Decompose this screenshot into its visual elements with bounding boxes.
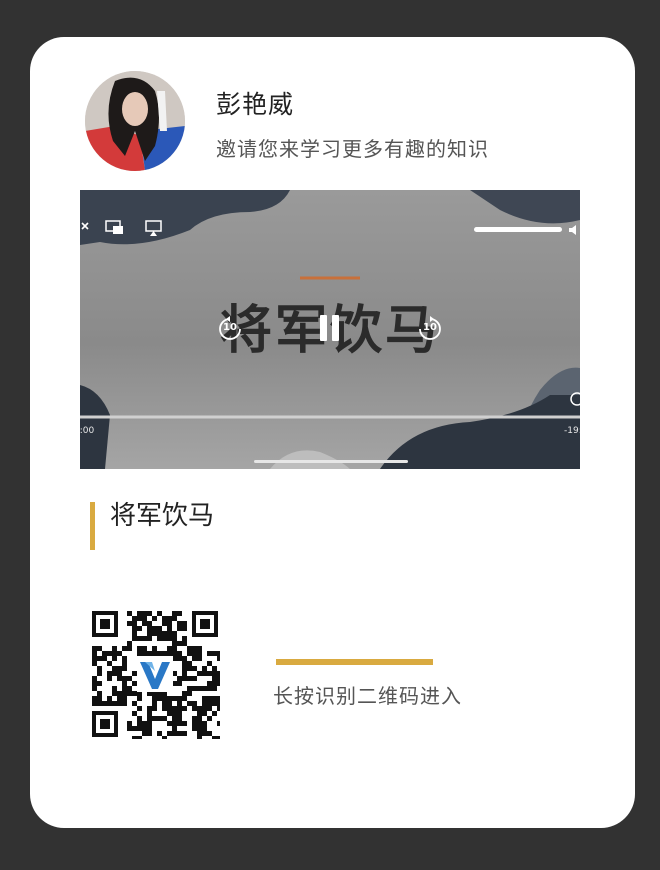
skip-back-label: 10 (223, 322, 237, 333)
avatar-photo (85, 71, 185, 171)
skip-back-10-icon[interactable]: 10 (217, 316, 243, 342)
qr-code[interactable] (90, 609, 220, 739)
elapsed-time: 0:00 (80, 426, 95, 436)
picture-in-picture-icon[interactable] (105, 220, 125, 236)
volume-slider[interactable] (474, 224, 580, 236)
invite-text: 邀请您来学习更多有趣的知识 (216, 137, 489, 161)
section-accent-bar (90, 502, 95, 550)
close-icon[interactable] (80, 220, 90, 236)
scrubber-handle[interactable] (569, 391, 580, 407)
avatar[interactable] (85, 71, 185, 171)
airplay-icon[interactable] (145, 220, 163, 238)
user-name: 彭艳威 (216, 90, 295, 119)
pause-icon[interactable] (318, 314, 342, 342)
qr-accent-line (276, 659, 433, 665)
remaining-time: -19: (564, 426, 580, 436)
share-card: 彭艳威 邀请您来学习更多有趣的知识 将军饮马 10 10:00 -19: 将军… (30, 37, 635, 828)
skip-forward-10-icon[interactable]: 10 (417, 316, 443, 342)
lesson-title: 将军饮马 (110, 501, 215, 531)
qr-caption: 长按识别二维码进入 (273, 684, 462, 708)
video-player[interactable]: 将军饮马 10 10 0:00 -19: (80, 190, 580, 469)
skip-forward-label: 10 (423, 322, 437, 333)
